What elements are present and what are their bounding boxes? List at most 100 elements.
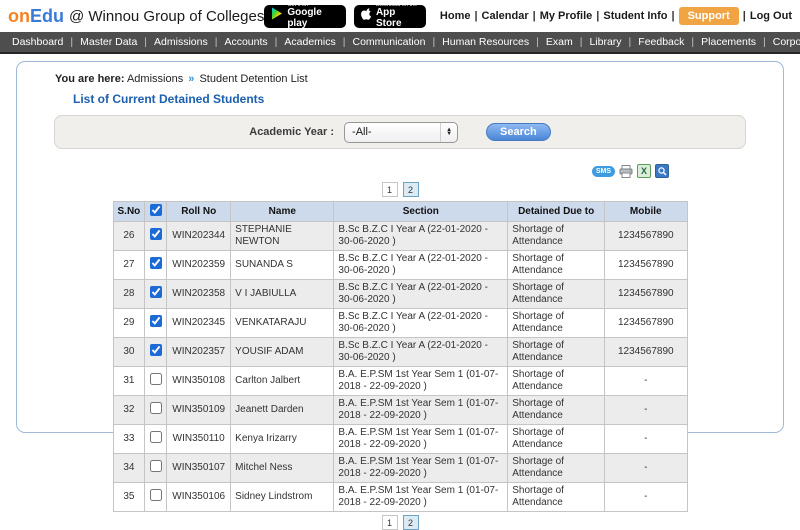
nav-academics[interactable]: Academics	[282, 36, 337, 48]
filter-bar: Academic Year : -All- ▲▼ Search	[54, 115, 746, 149]
cell-name: Sidney Lindstrom	[231, 483, 334, 512]
nav-separator: |	[758, 36, 771, 48]
app-logo[interactable]: onEdu	[8, 6, 64, 27]
cell-reason: Shortage of Attendance	[508, 280, 605, 309]
pagination-bottom: 1 2	[17, 515, 783, 530]
breadcrumb-prefix: You are here:	[55, 73, 125, 85]
link-student-info[interactable]: Student Info	[603, 10, 667, 22]
header-section: Section	[334, 202, 508, 222]
cell-sno: 31	[113, 367, 145, 396]
academic-year-label: Academic Year :	[249, 126, 334, 138]
row-checkbox[interactable]	[150, 489, 162, 501]
academic-year-select[interactable]: -All- ▲▼	[344, 122, 458, 143]
page-button-1[interactable]: 1	[382, 515, 398, 530]
select-all-checkbox[interactable]	[150, 204, 162, 216]
table-row: 29 WIN202345 VENKATARAJU B.Sc B.Z.C I Ye…	[113, 309, 687, 338]
row-checkbox[interactable]	[150, 344, 162, 356]
row-checkbox[interactable]	[150, 228, 162, 240]
app-store-badge[interactable]: Download on the App Store	[354, 5, 426, 28]
cell-name: Kenya Irizarry	[231, 425, 334, 454]
magnifier-icon[interactable]	[655, 164, 669, 178]
row-checkbox[interactable]	[150, 431, 162, 443]
nav-placements[interactable]: Placements	[699, 36, 758, 48]
pagination-top: 1 2	[17, 182, 783, 197]
cell-roll-no: WIN350109	[167, 396, 231, 425]
cell-mobile: -	[605, 425, 687, 454]
breadcrumb-section[interactable]: Admissions	[127, 73, 183, 85]
link-my-profile[interactable]: My Profile	[540, 10, 593, 22]
row-checkbox[interactable]	[150, 315, 162, 327]
cell-sno: 28	[113, 280, 145, 309]
page-button-1[interactable]: 1	[382, 182, 398, 197]
nav-dashboard[interactable]: Dashboard	[10, 36, 65, 48]
header-select-all	[145, 202, 167, 222]
apple-icon	[361, 7, 372, 25]
row-checkbox[interactable]	[150, 402, 162, 414]
cell-roll-no: WIN350108	[167, 367, 231, 396]
link-separator: |	[592, 10, 603, 22]
row-checkbox[interactable]	[150, 460, 162, 472]
row-checkbox[interactable]	[150, 373, 162, 385]
nav-exam[interactable]: Exam	[544, 36, 575, 48]
row-checkbox[interactable]	[150, 257, 162, 269]
cell-roll-no: WIN350106	[167, 483, 231, 512]
link-home[interactable]: Home	[440, 10, 471, 22]
cell-roll-no: WIN202357	[167, 338, 231, 367]
table-header-row: S.No Roll No Name Section Detained Due t…	[113, 202, 687, 222]
cell-sno: 33	[113, 425, 145, 454]
row-checkbox[interactable]	[150, 286, 162, 298]
nav-separator: |	[427, 36, 440, 48]
cell-roll-no: WIN202358	[167, 280, 231, 309]
cell-sno: 34	[113, 454, 145, 483]
cell-section: B.A. E.P.SM 1st Year Sem 1 (01-07-2018 -…	[334, 425, 508, 454]
table-row: 28 WIN202358 V I JABIULLA B.Sc B.Z.C I Y…	[113, 280, 687, 309]
content-panel: You are here: Admissions » Student Deten…	[16, 61, 784, 433]
cell-section: B.A. E.P.SM 1st Year Sem 1 (01-07-2018 -…	[334, 396, 508, 425]
logo-text-edu: Edu	[30, 6, 64, 26]
nav-accounts[interactable]: Accounts	[222, 36, 269, 48]
detained-students-table: S.No Roll No Name Section Detained Due t…	[113, 201, 688, 512]
nav-human-resources[interactable]: Human Resources	[440, 36, 531, 48]
nav-communication[interactable]: Communication	[350, 36, 427, 48]
search-button[interactable]: Search	[486, 123, 551, 141]
nav-feedback[interactable]: Feedback	[636, 36, 686, 48]
nav-library[interactable]: Library	[587, 36, 623, 48]
nav-separator: |	[575, 36, 588, 48]
nav-separator: |	[139, 36, 152, 48]
link-support[interactable]: Support	[679, 7, 739, 25]
header-mobile: Mobile	[605, 202, 687, 222]
link-calendar[interactable]: Calendar	[482, 10, 529, 22]
nav-master-data[interactable]: Master Data	[78, 36, 139, 48]
cell-sno: 32	[113, 396, 145, 425]
header-detained-due-to: Detained Due to	[508, 202, 605, 222]
nav-admissions[interactable]: Admissions	[152, 36, 210, 48]
cell-reason: Shortage of Attendance	[508, 309, 605, 338]
cell-reason: Shortage of Attendance	[508, 483, 605, 512]
table-row: 26 WIN202344 STEPHANIE NEWTON B.Sc B.Z.C…	[113, 222, 687, 251]
print-icon[interactable]	[619, 164, 633, 178]
google-play-badge[interactable]: Get it on Google play	[264, 5, 346, 28]
cell-mobile: 1234567890	[605, 251, 687, 280]
excel-export-icon[interactable]: X	[637, 164, 651, 178]
cell-mobile: 1234567890	[605, 222, 687, 251]
cell-section: B.A. E.P.SM 1st Year Sem 1 (01-07-2018 -…	[334, 367, 508, 396]
nav-corporate-relations[interactable]: Corporate Relations	[771, 36, 800, 48]
page-button-2-active[interactable]: 2	[403, 515, 419, 530]
link-log-out[interactable]: Log Out	[750, 10, 792, 22]
cell-name: Jeanett Darden	[231, 396, 334, 425]
header-name: Name	[231, 202, 334, 222]
header-sno: S.No	[113, 202, 145, 222]
cell-mobile: 1234567890	[605, 280, 687, 309]
nav-separator: |	[210, 36, 223, 48]
cell-reason: Shortage of Attendance	[508, 367, 605, 396]
table-row: 32 WIN350109 Jeanett Darden B.A. E.P.SM …	[113, 396, 687, 425]
header-roll-no: Roll No	[167, 202, 231, 222]
sms-icon[interactable]: SMS	[592, 166, 615, 177]
page-button-2-active[interactable]: 2	[403, 182, 419, 197]
cell-reason: Shortage of Attendance	[508, 396, 605, 425]
cell-section: B.Sc B.Z.C I Year A (22-01-2020 - 30-06-…	[334, 280, 508, 309]
cell-section: B.Sc B.Z.C I Year A (22-01-2020 - 30-06-…	[334, 338, 508, 367]
cell-section: B.Sc B.Z.C I Year A (22-01-2020 - 30-06-…	[334, 222, 508, 251]
select-stepper-icon: ▲▼	[440, 123, 457, 142]
cell-roll-no: WIN350107	[167, 454, 231, 483]
